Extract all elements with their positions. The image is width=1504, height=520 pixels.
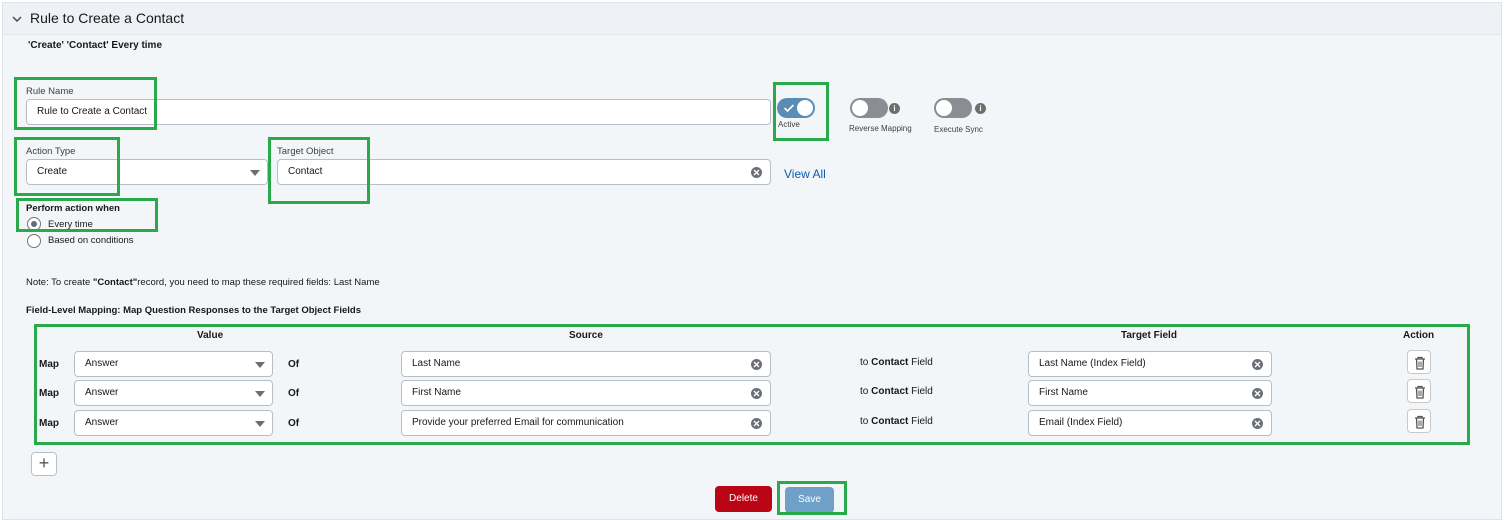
info-icon[interactable]: i [889,103,900,114]
target-object-label: Target Object [277,146,334,157]
radio-based-on-conditions-label: Based on conditions [48,235,134,246]
radio-every-time[interactable] [27,217,41,231]
perform-label: Perform action when [26,203,120,214]
target-field-input[interactable]: Email (Index Field) [1028,410,1272,436]
clear-icon[interactable] [751,167,762,178]
to-suffix: Field [908,357,933,368]
target-field-text: First Name [1039,387,1088,398]
radio-based-on-conditions[interactable] [27,234,41,248]
rule-name-label: Rule Name [26,86,74,97]
col-header-value: Value [197,330,224,341]
active-toggle[interactable] [777,98,815,118]
value-select[interactable]: Answer [74,351,273,377]
of-label: Of [288,388,300,399]
to-object: Contact [871,386,909,397]
to-field-label: to Contact Field [860,416,933,427]
mapping-title: Field-Level Mapping: Map Question Respon… [26,305,362,316]
note-suffix: record, you need to map these required f… [137,277,380,288]
dropdown-caret-icon [255,421,265,427]
trash-icon [1415,415,1425,429]
target-field-text: Last Name (Index Field) [1039,358,1146,369]
map-label: Map [39,418,59,429]
of-label: Of [288,418,300,429]
toggle-knob [852,100,868,116]
value-select-text: Answer [85,417,119,428]
target-field-text: Email (Index Field) [1039,417,1123,428]
rule-name-input[interactable]: Rule to Create a Contact [26,99,771,125]
dropdown-caret-icon [250,170,260,176]
reverse-mapping-toggle[interactable] [850,98,888,118]
value-select[interactable]: Answer [74,410,273,436]
view-all-link[interactable]: View All [784,167,826,181]
toggle-knob [936,100,952,116]
radio-every-time-label: Every time [48,219,93,230]
delete-row-button[interactable] [1407,379,1431,403]
source-text: First Name [412,387,461,398]
delete-row-button[interactable] [1407,350,1431,374]
action-type-value: Create [37,166,68,177]
target-field-input[interactable]: First Name [1028,380,1272,406]
to-object: Contact [871,357,909,368]
check-icon [783,104,795,113]
to-field-label: to Contact Field [860,386,933,397]
source-input[interactable]: Last Name [401,351,771,377]
execute-sync-toggle[interactable] [934,98,972,118]
value-select[interactable]: Answer [74,380,273,406]
to-prefix: to [860,386,872,397]
map-label: Map [39,388,59,399]
clear-icon[interactable] [751,418,762,429]
add-row-button[interactable]: + [31,452,57,476]
chevron-down-icon[interactable] [11,13,23,25]
plus-icon: + [38,453,50,473]
col-header-action: Action [1403,330,1435,341]
source-text: Provide your preferred Email for communi… [412,417,624,428]
note-prefix: Note: To create [26,277,93,288]
toggle-knob [797,100,813,116]
to-suffix: Field [908,416,933,427]
save-button[interactable]: Save [785,487,834,513]
source-input[interactable]: First Name [401,380,771,406]
note-object: "Contact" [92,277,138,288]
to-prefix: to [860,357,872,368]
col-header-target: Target Field [1121,330,1177,341]
active-label: Active [778,120,800,129]
trash-icon [1415,385,1425,399]
value-select-text: Answer [85,358,119,369]
action-type-select[interactable]: Create [26,159,268,185]
trash-icon [1415,356,1425,370]
delete-row-button[interactable] [1407,409,1431,433]
panel-header[interactable]: Rule to Create a Contact [3,3,1501,35]
clear-icon[interactable] [1252,388,1263,399]
clear-icon[interactable] [1252,359,1263,370]
rule-panel: Rule to Create a Contact 'Create' 'Conta… [2,2,1502,520]
map-label: Map [39,359,59,370]
info-icon[interactable]: i [975,103,986,114]
source-text: Last Name [412,358,461,369]
required-fields-note: Note: To create "Contact"record, you nee… [26,277,380,288]
dropdown-caret-icon [255,362,265,368]
target-object-value: Contact [288,166,323,177]
to-suffix: Field [908,386,933,397]
clear-icon[interactable] [1252,418,1263,429]
value-select-text: Answer [85,387,119,398]
rule-name-value: Rule to Create a Contact [37,106,148,117]
to-field-label: to Contact Field [860,357,933,368]
dropdown-caret-icon [255,391,265,397]
reverse-mapping-label: Reverse Mapping [849,124,912,133]
panel-title: Rule to Create a Contact [30,10,185,26]
of-label: Of [288,359,300,370]
col-header-source: Source [569,330,603,341]
to-object: Contact [871,416,909,427]
execute-sync-label: Execute Sync [934,125,983,134]
source-input[interactable]: Provide your preferred Email for communi… [401,410,771,436]
clear-icon[interactable] [751,388,762,399]
clear-icon[interactable] [751,359,762,370]
delete-button[interactable]: Delete [715,486,772,512]
target-field-input[interactable]: Last Name (Index Field) [1028,351,1272,377]
target-object-input[interactable]: Contact [277,159,771,185]
action-type-label: Action Type [26,146,76,157]
rule-summary: 'Create' 'Contact' Every time [28,40,163,51]
to-prefix: to [860,416,872,427]
